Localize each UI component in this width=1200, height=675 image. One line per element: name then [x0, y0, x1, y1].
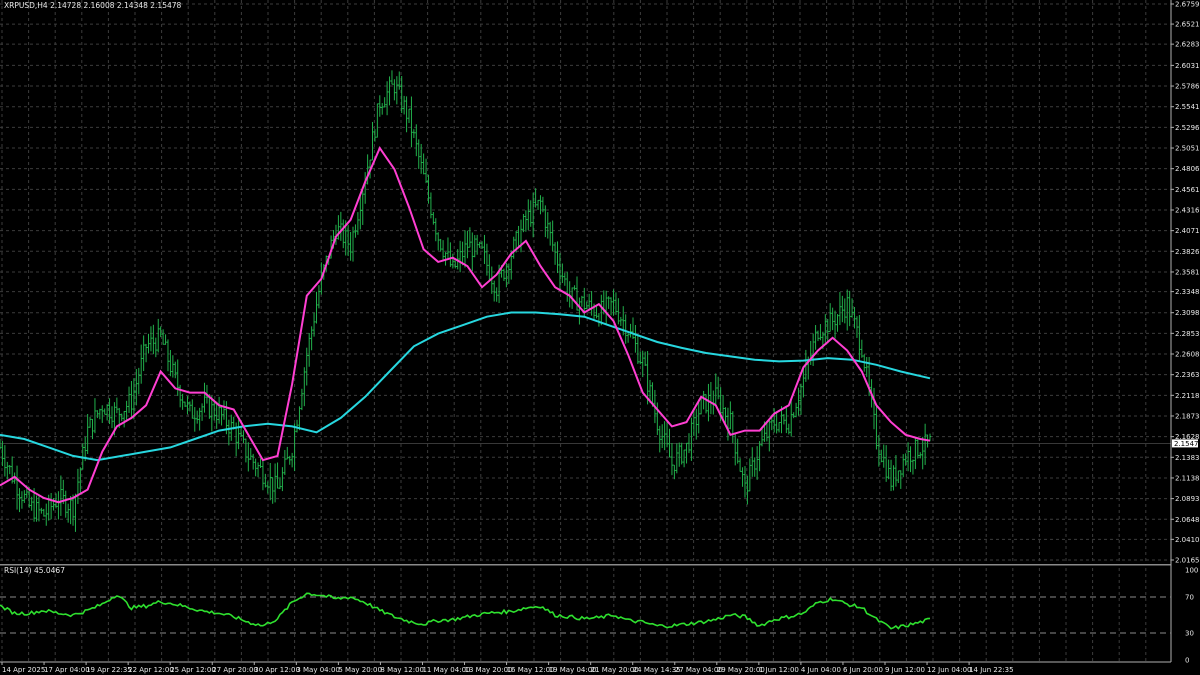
current-price-label: 2.15478	[1174, 440, 1200, 448]
time-tick-label: 14 Jun 22:35	[969, 666, 1013, 674]
rsi-tick-label: 0	[1185, 657, 1189, 665]
price-tick-label: 2.62830	[1175, 41, 1200, 49]
symbol-info: XRPUSD,H4 2.14728 2.16008 2.14348 2.1547…	[4, 1, 182, 10]
price-tick-label: 2.28530	[1175, 330, 1200, 338]
price-tick-label: 2.50510	[1175, 145, 1200, 153]
price-tick-label: 2.23630	[1175, 371, 1200, 379]
time-tick-label: 19 Apr 22:35	[86, 666, 132, 674]
time-tick-label: 19 May 04:00	[549, 666, 597, 674]
pane-separator[interactable]	[0, 564, 1171, 566]
time-tick-label: 25 Apr 12:00	[170, 666, 216, 674]
price-tick-label: 2.30980	[1175, 309, 1200, 317]
price-tick-label: 2.35810	[1175, 268, 1200, 276]
rsi-info: RSI(14) 45.0467	[4, 566, 65, 575]
current-price-marker: 2.15478	[1172, 439, 1200, 448]
price-tick-label: 2.06480	[1175, 516, 1200, 524]
time-tick-label: 8 May 12:00	[380, 666, 424, 674]
time-tick-label: 6 Jun 20:00	[843, 666, 883, 674]
price-tick-label: 2.40710	[1175, 227, 1200, 235]
price-tick-label: 2.18730	[1175, 412, 1200, 420]
price-tick-label: 2.52960	[1175, 124, 1200, 132]
price-tick-label: 2.21180	[1175, 392, 1200, 400]
trading-terminal: 2.67590 2.65210 2.62830 2.60310 2.57860 2.554…	[0, 0, 1200, 675]
time-tick-label: 12 Jun 04:00	[927, 666, 971, 674]
price-tick-label: 2.04100	[1175, 536, 1200, 544]
chart-background	[0, 0, 1200, 675]
price-tick-label: 2.65210	[1175, 21, 1200, 29]
time-tick-label: 1 Jun 12:00	[759, 666, 799, 674]
time-tick-label: 17 Apr 04:00	[44, 666, 90, 674]
rsi-tick-label: 70	[1185, 594, 1194, 602]
time-tick-label: 4 Jun 04:00	[801, 666, 841, 674]
time-tick-label: 13 May 20:00	[465, 666, 513, 674]
time-tick-label: 29 May 20:00	[717, 666, 765, 674]
time-tick-label: 14 Apr 2025	[2, 666, 45, 674]
price-tick-label: 2.01650	[1175, 557, 1200, 565]
price-tick-label: 2.33480	[1175, 288, 1200, 296]
price-tick-label: 2.26080	[1175, 351, 1200, 359]
rsi-tick-label: 100	[1185, 567, 1198, 575]
price-tick-label: 2.48060	[1175, 165, 1200, 173]
price-tick-label: 2.55410	[1175, 103, 1200, 111]
time-tick-label: 16 May 12:00	[507, 666, 555, 674]
price-tick-label: 2.60310	[1175, 62, 1200, 70]
time-tick-label: 27 Apr 20:00	[212, 666, 258, 674]
time-tick-label: 24 May 14:35	[633, 666, 681, 674]
time-tick-label: 27 May 04:00	[675, 666, 723, 674]
price-tick-label: 2.11380	[1175, 474, 1200, 482]
price-tick-label: 2.45610	[1175, 186, 1200, 194]
rsi-tick-label: 30	[1185, 630, 1194, 638]
time-tick-label: 9 Jun 12:00	[885, 666, 925, 674]
time-tick-label: 3 May 04:00	[296, 666, 340, 674]
time-tick-label: 11 May 04:00	[422, 666, 470, 674]
time-tick-label: 22 Apr 12:00	[128, 666, 174, 674]
price-tick-label: 2.13830	[1175, 454, 1200, 462]
price-tick-label: 2.08930	[1175, 495, 1200, 503]
time-tick-label: 5 May 20:00	[338, 666, 382, 674]
price-tick-label: 2.67590	[1175, 1, 1200, 9]
time-tick-label: 21 May 20:00	[591, 666, 639, 674]
time-tick-label: 30 Apr 12:00	[254, 666, 300, 674]
price-chart[interactable]: 2.67590 2.65210 2.62830 2.60310 2.57860 2.554…	[0, 0, 1200, 675]
price-tick-label: 2.43160	[1175, 206, 1200, 214]
price-tick-label: 2.38260	[1175, 248, 1200, 256]
price-tick-label: 2.57860	[1175, 83, 1200, 91]
